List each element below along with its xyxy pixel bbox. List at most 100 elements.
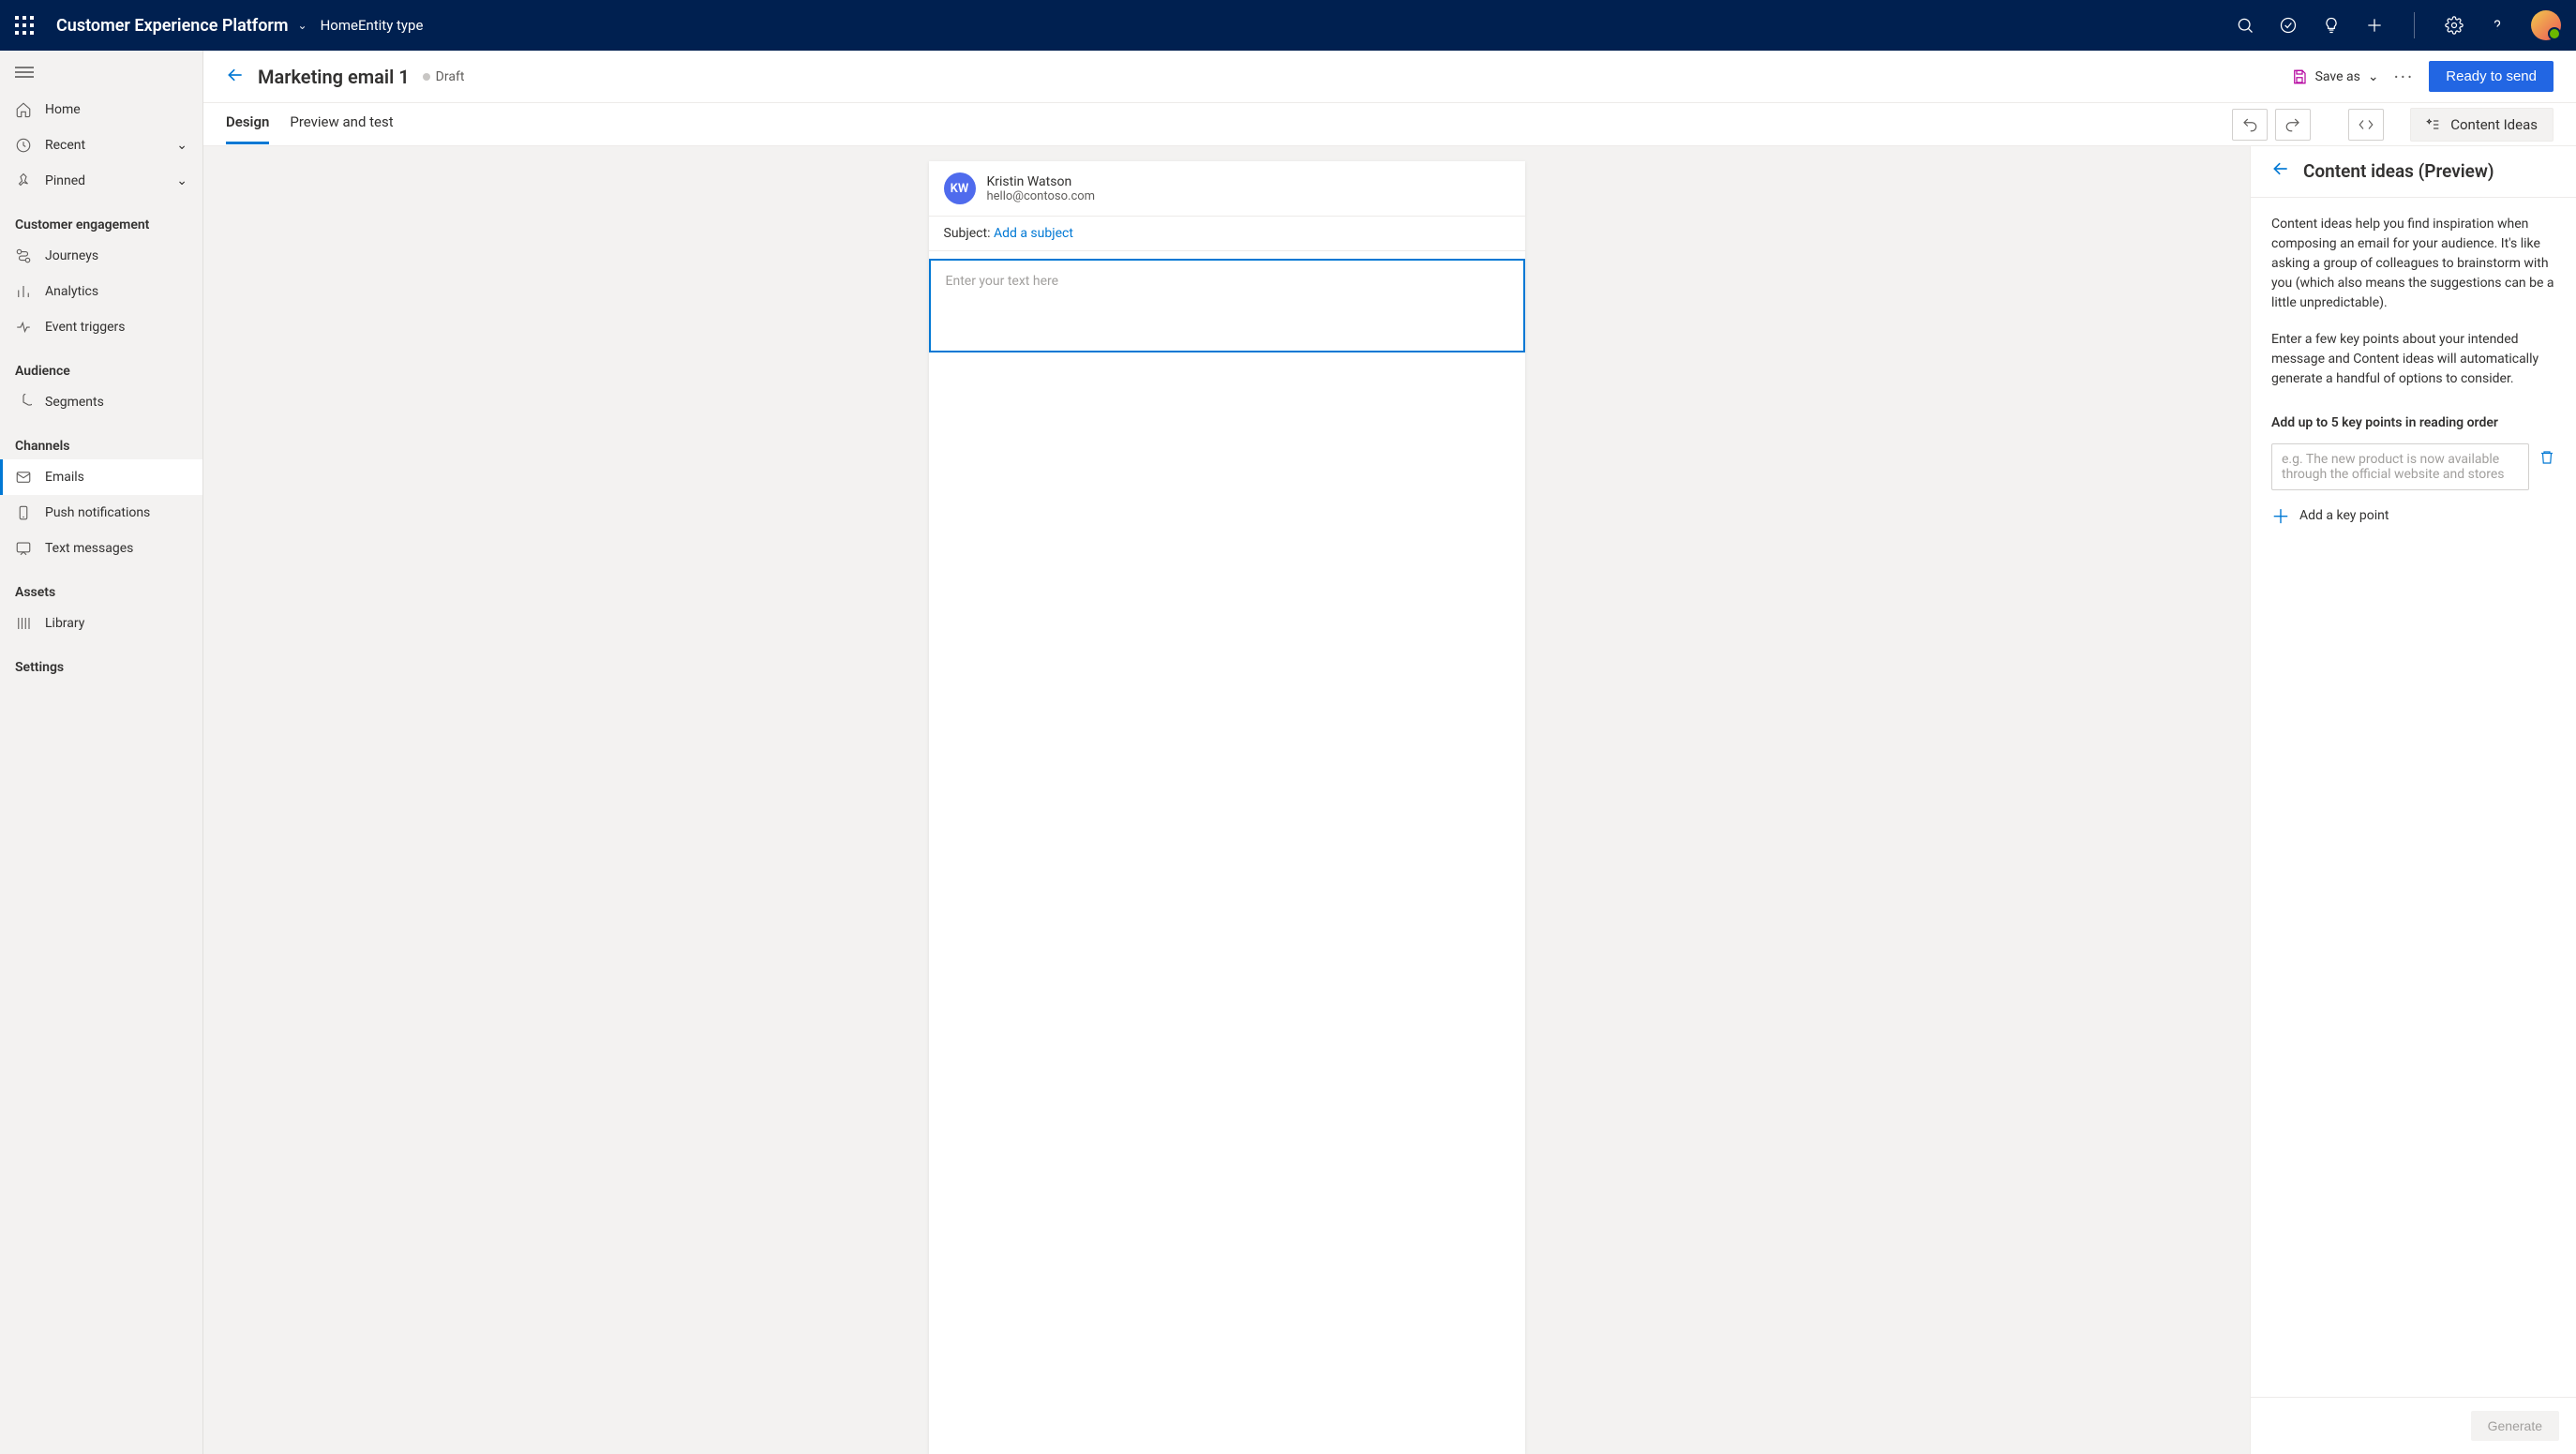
app-title-dropdown[interactable]: Customer Experience Platform ⌄	[56, 16, 307, 36]
key-points-label: Add up to 5 key points in reading order	[2271, 415, 2555, 430]
delete-key-point-icon[interactable]	[2539, 449, 2555, 470]
sender-name: Kristin Watson	[987, 174, 1096, 189]
triggers-icon	[15, 319, 32, 336]
panel-title: Content ideas (Preview)	[2303, 160, 2494, 182]
sender-email: hello@contoso.com	[987, 189, 1096, 203]
page-title: Marketing email 1	[258, 66, 410, 88]
push-icon	[15, 504, 32, 521]
nav-section-audience: Audience	[0, 345, 202, 384]
email-body-editor[interactable]: Enter your text here	[929, 259, 1525, 352]
nav-label: Push notifications	[45, 505, 150, 520]
task-check-icon[interactable]	[2279, 16, 2298, 35]
text-icon	[15, 540, 32, 557]
breadcrumb-home[interactable]: Home	[321, 17, 358, 34]
global-header: Customer Experience Platform ⌄ HomeEntit…	[0, 0, 2576, 51]
nav-section-settings: Settings	[0, 641, 202, 681]
add-key-point-button[interactable]: ＋ Add a key point	[2271, 502, 2555, 529]
add-icon[interactable]	[2365, 16, 2384, 35]
nav-recent[interactable]: Recent ⌄	[0, 127, 202, 163]
lightbulb-icon[interactable]	[2322, 16, 2341, 35]
nav-segments[interactable]: Segments	[0, 384, 202, 420]
app-launcher-icon[interactable]	[15, 16, 34, 35]
nav-library[interactable]: Library	[0, 606, 202, 641]
back-arrow-icon[interactable]	[226, 66, 245, 88]
save-as-button[interactable]: Save as ⌄	[2291, 68, 2379, 85]
nav-label: Text messages	[45, 541, 133, 556]
app-title: Customer Experience Platform	[56, 16, 289, 36]
html-view-button[interactable]	[2348, 109, 2384, 141]
chevron-down-icon: ⌄	[176, 138, 187, 153]
editor-toolbar: Design Preview and test Content Ideas	[203, 103, 2576, 146]
undo-button[interactable]	[2232, 109, 2268, 141]
subject-label: Subject:	[944, 226, 994, 241]
divider	[2414, 12, 2415, 38]
nav-home[interactable]: Home	[0, 92, 202, 127]
subject-row[interactable]: Subject: Add a subject	[929, 217, 1525, 251]
nav-journeys[interactable]: Journeys	[0, 238, 202, 274]
sender-avatar: KW	[944, 172, 976, 204]
chevron-down-icon: ⌄	[2368, 69, 2379, 84]
analytics-icon	[15, 283, 32, 300]
nav-label: Recent	[45, 138, 85, 153]
content-ideas-label: Content Ideas	[2450, 116, 2538, 133]
nav-pinned[interactable]: Pinned ⌄	[0, 163, 202, 199]
breadcrumb-entity[interactable]: Entity type	[358, 17, 423, 34]
nav-label: Segments	[45, 395, 104, 410]
plus-icon: ＋	[2271, 502, 2290, 529]
page-header: Marketing email 1 Draft Save as ⌄ ··· Re…	[203, 51, 2576, 103]
panel-back-icon[interactable]	[2271, 159, 2290, 182]
add-subject-link[interactable]: Add a subject	[994, 226, 1073, 241]
add-key-point-label: Add a key point	[2299, 508, 2389, 523]
nav-triggers[interactable]: Event triggers	[0, 309, 202, 345]
status-chip: Draft	[423, 69, 465, 84]
nav-label: Event triggers	[45, 320, 126, 335]
chevron-down-icon: ⌄	[298, 19, 307, 32]
library-icon	[15, 615, 32, 632]
nav-collapse-icon[interactable]	[0, 58, 202, 92]
nav-section-assets: Assets	[0, 566, 202, 606]
journeys-icon	[15, 247, 32, 264]
nav-label: Emails	[45, 470, 84, 485]
nav-label: Pinned	[45, 173, 85, 188]
left-nav: Home Recent ⌄ Pinned ⌄ Customer engageme…	[0, 51, 203, 1454]
email-canvas-area: KW Kristin Watson hello@contoso.com Subj…	[203, 146, 2250, 1454]
save-as-label: Save as	[2315, 69, 2360, 84]
header-actions	[2236, 10, 2561, 40]
nav-label: Analytics	[45, 284, 98, 299]
sender-row: KW Kristin Watson hello@contoso.com	[929, 161, 1525, 217]
tab-preview[interactable]: Preview and test	[290, 104, 393, 144]
key-point-input[interactable]	[2271, 443, 2529, 490]
nav-emails[interactable]: Emails	[0, 459, 202, 495]
status-dot-icon	[423, 73, 430, 81]
generate-button[interactable]: Generate	[2471, 1411, 2559, 1441]
panel-description-2: Enter a few key points about your intend…	[2271, 330, 2555, 389]
nav-label: Journeys	[45, 248, 98, 263]
more-actions-icon[interactable]: ···	[2394, 66, 2415, 88]
content-ideas-panel: Content ideas (Preview) Content ideas he…	[2250, 146, 2576, 1454]
tab-design[interactable]: Design	[226, 104, 269, 144]
nav-analytics[interactable]: Analytics	[0, 274, 202, 309]
nav-label: Home	[45, 102, 81, 117]
nav-label: Library	[45, 616, 84, 631]
sparkle-list-icon	[2426, 117, 2441, 132]
redo-button[interactable]	[2275, 109, 2311, 141]
breadcrumb: HomeEntity type	[321, 17, 424, 34]
ready-to-send-button[interactable]: Ready to send	[2429, 61, 2554, 92]
nav-push[interactable]: Push notifications	[0, 495, 202, 531]
help-icon[interactable]	[2488, 16, 2507, 35]
mail-icon	[15, 469, 32, 486]
save-icon	[2291, 68, 2308, 85]
nav-text[interactable]: Text messages	[0, 531, 202, 566]
key-point-row	[2271, 443, 2555, 490]
home-icon	[15, 101, 32, 118]
status-label: Draft	[436, 69, 465, 84]
panel-description-1: Content ideas help you find inspiration …	[2271, 215, 2555, 313]
search-icon[interactable]	[2236, 16, 2254, 35]
clock-icon	[15, 137, 32, 154]
pin-icon	[15, 172, 32, 189]
settings-icon[interactable]	[2445, 16, 2464, 35]
chevron-down-icon: ⌄	[176, 173, 187, 188]
user-avatar[interactable]	[2531, 10, 2561, 40]
content-ideas-button[interactable]: Content Ideas	[2410, 108, 2554, 142]
main-content: Marketing email 1 Draft Save as ⌄ ··· Re…	[203, 51, 2576, 1454]
